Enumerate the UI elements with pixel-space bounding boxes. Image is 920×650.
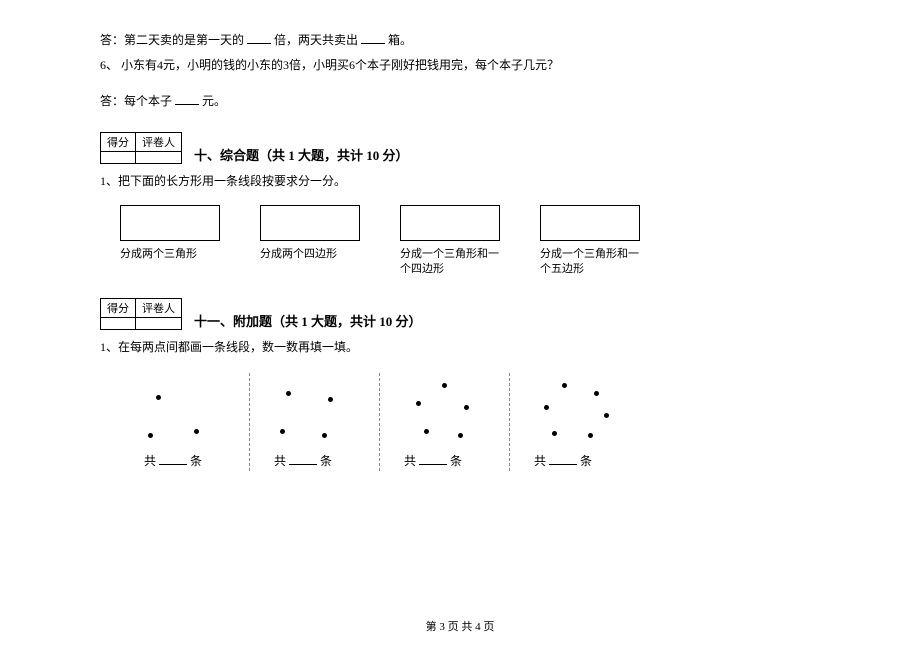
score-cell[interactable] xyxy=(101,151,136,163)
count-prefix: 共 xyxy=(404,454,416,468)
grader-cell[interactable] xyxy=(136,317,182,329)
count-prefix: 共 xyxy=(144,454,156,468)
q5-answer-prefix: 答：第二天卖的是第一天的 xyxy=(100,33,244,47)
q5-answer-line: 答：第二天卖的是第一天的 倍，两天共卖出 箱。 xyxy=(100,30,820,50)
rect-label-3: 分成一个三角形和一个四边形 xyxy=(400,247,500,278)
count-prefix: 共 xyxy=(534,454,546,468)
count-line-4: 共 条 xyxy=(510,451,640,469)
dots-cell-4: 共 条 xyxy=(510,373,640,471)
dot-icon xyxy=(458,433,463,438)
rect-labels-row: 分成两个三角形 分成两个四边形 分成一个三角形和一个四边形 分成一个三角形和一个… xyxy=(120,247,820,278)
dot-icon xyxy=(322,433,327,438)
section11-q1: 1、在每两点间都画一条线段，数一数再填一填。 xyxy=(100,338,820,357)
dot-icon xyxy=(544,405,549,410)
grader-col-label: 评卷人 xyxy=(136,132,182,151)
dot-icon xyxy=(328,397,333,402)
section10-title: 十、综合题（共 1 大题，共计 10 分） xyxy=(194,145,409,164)
rect-1[interactable] xyxy=(120,205,220,241)
rect-4[interactable] xyxy=(540,205,640,241)
q6-answer-suffix: 元。 xyxy=(202,94,226,108)
grader-cell[interactable] xyxy=(136,151,182,163)
dot-icon xyxy=(594,391,599,396)
dot-icon xyxy=(424,429,429,434)
dots-cell-2: 共 条 xyxy=(250,373,380,471)
dot-icon xyxy=(156,395,161,400)
rect-label-1: 分成两个三角形 xyxy=(120,247,220,278)
dot-icon xyxy=(588,433,593,438)
q5-answer-suffix: 箱。 xyxy=(388,33,412,47)
section11-title: 十一、附加题（共 1 大题，共计 10 分） xyxy=(194,311,422,330)
rect-label-2: 分成两个四边形 xyxy=(260,247,360,278)
dot-icon xyxy=(286,391,291,396)
dot-icon xyxy=(464,405,469,410)
count-blank-2[interactable] xyxy=(289,451,317,465)
q5-answer-mid: 倍，两天共卖出 xyxy=(274,33,358,47)
dot-icon xyxy=(416,401,421,406)
q6-line: 6、 小东有4元，小明的钱的小东的3倍，小明买6个本子刚好把钱用完，每个本子几元… xyxy=(100,56,820,75)
score-table-10: 得分 评卷人 xyxy=(100,132,182,164)
q6-text: 小东有4元，小明的钱的小东的3倍，小明买6个本子刚好把钱用完，每个本子几元？ xyxy=(121,58,559,72)
count-blank-3[interactable] xyxy=(419,451,447,465)
rect-2[interactable] xyxy=(260,205,360,241)
score-col-label: 得分 xyxy=(101,132,136,151)
dots-cell-1: 共 条 xyxy=(120,373,250,471)
count-prefix: 共 xyxy=(274,454,286,468)
q6-blank[interactable] xyxy=(175,91,199,105)
dot-icon xyxy=(604,413,609,418)
dot-icon xyxy=(148,433,153,438)
rect-label-4: 分成一个三角形和一个五边形 xyxy=(540,247,640,278)
dots-stage-3[interactable] xyxy=(380,377,509,449)
count-line-1: 共 条 xyxy=(120,451,249,469)
dots-stage-2[interactable] xyxy=(250,377,379,449)
dots-stage-1[interactable] xyxy=(120,377,249,449)
q6-number: 6、 xyxy=(100,58,118,72)
page-footer: 第 3 页 共 4 页 xyxy=(0,618,920,634)
count-suffix: 条 xyxy=(450,454,462,468)
dot-icon xyxy=(552,431,557,436)
count-suffix: 条 xyxy=(320,454,332,468)
count-line-2: 共 条 xyxy=(250,451,379,469)
count-suffix: 条 xyxy=(190,454,202,468)
q5-blank-1[interactable] xyxy=(247,30,271,44)
q6-answer-line: 答：每个本子 元。 xyxy=(100,91,820,111)
count-blank-1[interactable] xyxy=(159,451,187,465)
section11-header: 得分 评卷人 十一、附加题（共 1 大题，共计 10 分） xyxy=(100,298,820,330)
rect-3[interactable] xyxy=(400,205,500,241)
score-col-label: 得分 xyxy=(101,298,136,317)
q5-blank-2[interactable] xyxy=(361,30,385,44)
count-blank-4[interactable] xyxy=(549,451,577,465)
rectangles-row xyxy=(120,205,820,241)
dot-icon xyxy=(442,383,447,388)
section10-q1: 1、把下面的长方形用一条线段按要求分一分。 xyxy=(100,172,820,191)
dot-icon xyxy=(280,429,285,434)
dots-cell-3: 共 条 xyxy=(380,373,510,471)
score-cell[interactable] xyxy=(101,317,136,329)
score-table-11: 得分 评卷人 xyxy=(100,298,182,330)
dots-stage-4[interactable] xyxy=(510,377,640,449)
dot-icon xyxy=(194,429,199,434)
grader-col-label: 评卷人 xyxy=(136,298,182,317)
count-suffix: 条 xyxy=(580,454,592,468)
section10-header: 得分 评卷人 十、综合题（共 1 大题，共计 10 分） xyxy=(100,132,820,164)
dots-area: 共 条 共 条 共 条 xyxy=(120,373,820,471)
dot-icon xyxy=(562,383,567,388)
q6-answer-prefix: 答：每个本子 xyxy=(100,94,172,108)
count-line-3: 共 条 xyxy=(380,451,509,469)
